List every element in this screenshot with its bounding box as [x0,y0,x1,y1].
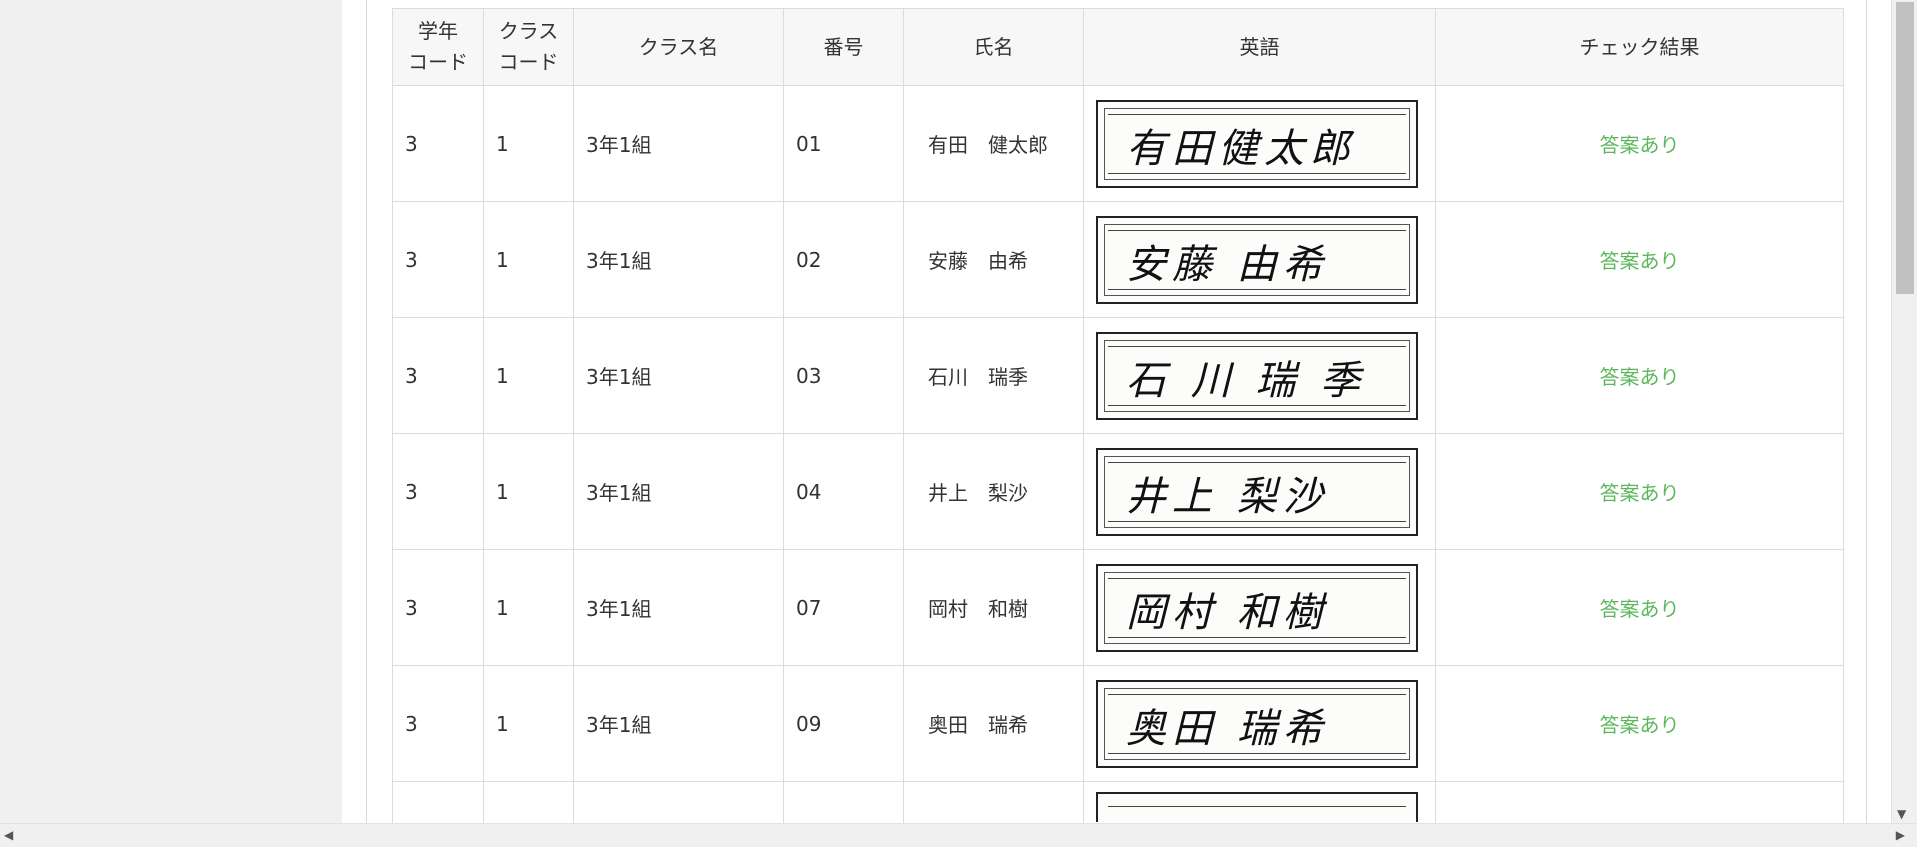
table-row: 3 1 3年1組 02 安藤 由希 安藤 由希 答案あり [392,201,1844,318]
name-cell: 奥田 瑞希 [903,665,1084,782]
grade-cell: 3 [392,317,484,434]
handwritten-name: 安藤 由希 [1126,241,1329,288]
vertical-scrollbar[interactable]: ▼ [1891,0,1917,824]
scroll-down-arrow-icon[interactable]: ▼ [1897,808,1906,820]
number-cell: 02 [783,201,904,318]
handwritten-name-image[interactable]: 奥田 瑞希 [1096,679,1418,768]
class-name-cell: 3年1組 [573,85,784,202]
table-row: 3 1 3年1組 03 石川 瑞季 石 川 瑞 季 答案あり [392,317,1844,434]
class-code-cell: 1 [483,201,574,318]
image-rule-line [1108,461,1406,463]
class-code-cell: 1 [483,433,574,550]
name-cell: 安藤 由希 [903,201,1084,318]
scroll-left-arrow-icon[interactable]: ◀ [4,828,13,842]
table-row: 3 1 3年1組 09 奥田 瑞希 奥田 瑞希 答案あり [392,665,1844,782]
header-english[interactable]: 英語 [1083,8,1436,86]
number-cell: 03 [783,317,904,434]
class-code-cell: 1 [483,665,574,782]
image-rule-line [1108,806,1406,807]
handwritten-name-image[interactable]: 井上 梨沙 [1096,447,1418,536]
header-label: チェック結果 [1579,34,1700,59]
english-answer-cell: 奥田 瑞希 [1083,665,1436,782]
number-cell: 07 [783,549,904,666]
header-label: 番号 [823,34,864,59]
header-number[interactable]: 番号 [783,8,904,86]
english-answer-cell: 石 川 瑞 季 [1083,317,1436,434]
class-name-cell: 3年1組 [573,433,784,550]
header-class-name[interactable]: クラス名 [573,8,784,86]
horizontal-scrollbar[interactable]: ◀ ▶ [0,823,1917,847]
grade-cell: 3 [392,665,484,782]
results-table-container: 学年 コード クラス コード クラス名 番号 氏名 英語 チェック結果 3 1 … [392,8,1844,832]
number-cell: 01 [783,85,904,202]
number-cell: 04 [783,433,904,550]
name-cell: 石川 瑞季 [903,317,1084,434]
handwritten-name: 井上 梨沙 [1126,473,1329,520]
check-result-cell: 答案あり [1435,317,1844,434]
grade-cell: 3 [392,85,484,202]
name-cell: 岡村 和樹 [903,549,1084,666]
scroll-right-arrow-icon[interactable]: ▶ [1896,828,1905,842]
results-table: 学年 コード クラス コード クラス名 番号 氏名 英語 チェック結果 3 1 … [392,8,1844,832]
header-label: クラス [498,19,559,43]
panel-border-left [366,0,367,824]
handwritten-name-image[interactable]: 有田健太郎 [1096,99,1418,188]
class-name-cell: 3年1組 [573,549,784,666]
header-label: 氏名 [973,34,1014,59]
header-label: クラス名 [638,34,719,59]
handwritten-name-image[interactable]: 石 川 瑞 季 [1096,331,1418,420]
header-class-code[interactable]: クラス コード [483,8,574,86]
check-result-cell: 答案あり [1435,85,1844,202]
english-answer-cell: 有田健太郎 [1083,85,1436,202]
header-grade-code[interactable]: 学年 コード [392,8,484,86]
class-name-cell: 3年1組 [573,665,784,782]
header-label: コード [408,50,468,74]
english-answer-cell: 井上 梨沙 [1083,433,1436,550]
handwritten-name-image[interactable] [1096,792,1418,822]
check-result-cell: 答案あり [1435,549,1844,666]
name-cell: 有田 健太郎 [903,85,1084,202]
grade-cell: 3 [392,433,484,550]
number-cell: 09 [783,665,904,782]
image-rule-line [1108,229,1406,231]
handwritten-name: 奥田 瑞希 [1126,705,1329,752]
class-code-cell: 1 [483,317,574,434]
header-label: コード [498,50,559,74]
table-row: 3 1 3年1組 04 井上 梨沙 井上 梨沙 答案あり [392,433,1844,550]
name-cell: 井上 梨沙 [903,433,1084,550]
vertical-scrollbar-thumb[interactable] [1896,2,1914,294]
english-answer-cell: 安藤 由希 [1083,201,1436,318]
header-label: 学年 [418,19,458,43]
image-rule-line [1108,345,1406,347]
table-row: 3 1 3年1組 01 有田 健太郎 有田健太郎 答案あり [392,85,1844,202]
handwritten-name: 有田健太郎 [1126,125,1356,172]
image-rule-line [1108,577,1406,579]
table-row: 3 1 3年1組 07 岡村 和樹 岡村 和樹 答案あり [392,549,1844,666]
panel-border-right [1866,0,1867,824]
header-check-result[interactable]: チェック結果 [1435,8,1844,86]
handwritten-name-image[interactable]: 岡村 和樹 [1096,563,1418,652]
grade-cell: 3 [392,549,484,666]
handwritten-name-image[interactable]: 安藤 由希 [1096,215,1418,304]
handwritten-name: 石 川 瑞 季 [1126,357,1367,404]
header-name[interactable]: 氏名 [903,8,1084,86]
header-label: 英語 [1239,34,1280,59]
check-result-cell: 答案あり [1435,201,1844,318]
image-rule-line [1108,113,1406,115]
check-result-cell: 答案あり [1435,433,1844,550]
image-rule-line [1108,693,1406,695]
class-name-cell: 3年1組 [573,201,784,318]
english-answer-cell: 岡村 和樹 [1083,549,1436,666]
class-code-cell: 1 [483,549,574,666]
left-sidebar [0,0,342,824]
table-header-row: 学年 コード クラス コード クラス名 番号 氏名 英語 チェック結果 [392,8,1844,86]
check-result-cell: 答案あり [1435,665,1844,782]
grade-cell: 3 [392,201,484,318]
class-code-cell: 1 [483,85,574,202]
handwritten-name: 岡村 和樹 [1126,589,1329,636]
class-name-cell: 3年1組 [573,317,784,434]
